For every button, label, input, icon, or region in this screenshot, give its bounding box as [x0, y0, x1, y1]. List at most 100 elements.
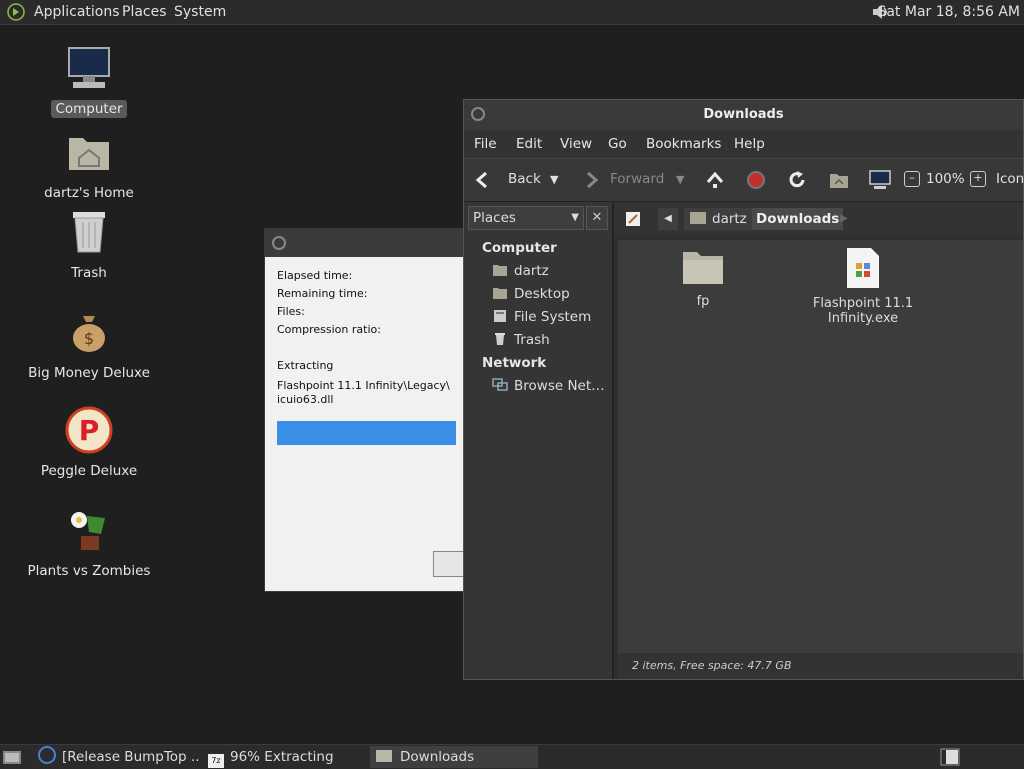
sidebar-item-trash[interactable]: Trash: [492, 332, 550, 348]
sidebar-item-label: Browse Net…: [514, 378, 605, 394]
computer-icon: [68, 47, 110, 88]
desktop-icon-big-money[interactable]: $ Big Money Deluxe: [14, 308, 164, 382]
status-text: 2 items, Free space: 47.7 GB: [632, 659, 792, 672]
menu-applications[interactable]: Applications: [34, 4, 120, 20]
gnome-foot-icon[interactable]: [7, 3, 25, 21]
file-view[interactable]: fp Flashpoint 11.1 Infinity.exe: [618, 240, 1023, 653]
svg-text:$: $: [84, 329, 94, 348]
sidebar-item-browse-network[interactable]: Browse Net…: [492, 378, 605, 394]
home-folder-icon: [69, 138, 109, 170]
browser-icon: [38, 746, 56, 764]
file-item-flashpoint-exe[interactable]: Flashpoint 11.1 Infinity.exe: [808, 246, 918, 326]
menu-help[interactable]: Help: [734, 136, 765, 152]
up-arrow-icon[interactable]: [704, 170, 726, 190]
desktop-icon-label: Trash: [71, 265, 107, 281]
folder-icon: [683, 252, 723, 284]
workspace-switcher-icon[interactable]: [940, 748, 960, 766]
sidebar-heading-network: Network: [482, 355, 547, 371]
peggle-icon: P: [65, 406, 113, 454]
file-item-label-line1: Flashpoint 11.1: [812, 296, 914, 311]
sidebar-item-file-system[interactable]: File System: [492, 309, 591, 325]
desktop-icon-computer[interactable]: Computer: [14, 44, 164, 118]
path-segment-downloads[interactable]: Downloads: [752, 208, 844, 230]
back-history-dropdown-icon[interactable]: ▼: [550, 173, 558, 186]
stop-icon[interactable]: [746, 170, 766, 190]
clock[interactable]: Sat Mar 18, 8:56 AM: [877, 4, 1020, 20]
path-left-arrow-icon[interactable]: ◀: [658, 208, 678, 230]
path-segment-label: dartz: [712, 211, 747, 227]
menu-go[interactable]: Go: [608, 136, 627, 152]
home-folder-icon: [493, 265, 507, 276]
trash-icon: [495, 333, 505, 345]
desktop-icon-pvz[interactable]: Plants vs Zombies: [14, 506, 164, 580]
svg-text:P: P: [79, 414, 100, 447]
desktop-icon-label: Big Money Deluxe: [28, 365, 150, 381]
forward-button[interactable]: Forward: [610, 171, 664, 187]
forward-arrow-icon[interactable]: [578, 170, 600, 190]
sidebar-item-label: Trash: [514, 332, 550, 348]
file-item-fp[interactable]: fp: [668, 246, 738, 309]
close-sidebar-button[interactable]: ✕: [586, 206, 608, 230]
menu-file[interactable]: File: [474, 136, 497, 152]
sidebar-item-desktop[interactable]: Desktop: [492, 286, 570, 302]
extract-status: Extracting: [277, 359, 334, 372]
trash-icon: [73, 212, 105, 253]
task-downloads[interactable]: Downloads: [370, 746, 538, 768]
menubar: File Edit View Go Bookmarks Help: [464, 130, 1023, 158]
task-label: Downloads: [400, 749, 475, 765]
file-manager-body: Places ▼ ✕ Computer dartz Desktop File S…: [464, 202, 1023, 679]
network-icon: [492, 378, 508, 391]
sidebar-item-dartz[interactable]: dartz: [492, 263, 549, 279]
folder-icon: [376, 750, 392, 762]
menu-view[interactable]: View: [560, 136, 592, 152]
desktop-icon-label: dartz's Home: [44, 185, 134, 201]
menu-edit[interactable]: Edit: [516, 136, 542, 152]
menu-system[interactable]: System: [174, 4, 226, 20]
extract-path-line1: Flashpoint 11.1 Infinity\Legacy\: [277, 379, 450, 392]
edit-location-icon[interactable]: [624, 210, 642, 228]
show-desktop-icon[interactable]: [2, 748, 22, 766]
back-arrow-icon[interactable]: [474, 170, 496, 190]
home-icon[interactable]: [828, 170, 850, 190]
menu-bookmarks[interactable]: Bookmarks: [646, 136, 721, 152]
zoom-level: 100%: [926, 171, 965, 187]
money-bag-icon: $: [73, 316, 105, 352]
sidebar-item-label: Desktop: [514, 286, 570, 302]
forward-history-dropdown-icon[interactable]: ▼: [676, 173, 684, 186]
task-extracting[interactable]: 7z 96% Extracting: [204, 746, 366, 768]
reload-icon[interactable]: [786, 169, 808, 191]
path-segment-dartz[interactable]: dartz: [684, 208, 753, 230]
sidebar-item-label: File System: [514, 309, 592, 325]
zoom-in-icon[interactable]: +: [970, 171, 986, 187]
desktop-icon-trash[interactable]: Trash: [14, 208, 164, 282]
computer-icon[interactable]: [868, 169, 892, 191]
desktop-icon-label: Plants vs Zombies: [27, 563, 151, 579]
home-folder-icon: [690, 212, 706, 224]
desktop-icon-peggle[interactable]: P Peggle Deluxe: [14, 406, 164, 480]
window-menu-icon[interactable]: [271, 235, 287, 251]
view-mode-selector[interactable]: Icon: [996, 171, 1024, 187]
extract-dialog-titlebar[interactable]: [265, 229, 475, 257]
task-label: [Release BumpTop ...: [62, 749, 200, 765]
desktop-icon-home[interactable]: dartz's Home: [14, 128, 164, 202]
plants-vs-zombies-icon: [71, 512, 105, 550]
archive-icon: 7z: [208, 754, 224, 768]
compression-ratio-label: Compression ratio:: [277, 323, 381, 336]
elapsed-time-label: Elapsed time:: [277, 269, 353, 282]
file-item-label-line2: Infinity.exe: [827, 311, 899, 326]
extract-dialog: Elapsed time: Remaining time: Files: Com…: [264, 228, 476, 592]
sidebar: Places ▼ ✕ Computer dartz Desktop File S…: [464, 202, 614, 679]
desktop-folder-icon: [493, 288, 507, 299]
task-bumptop[interactable]: [Release BumpTop ...: [36, 746, 200, 768]
path-right-arrow-icon[interactable]: ▶: [836, 208, 852, 230]
menu-places[interactable]: Places: [122, 4, 167, 20]
top-panel: Applications Places System Sat Mar 18, 8…: [0, 0, 1024, 25]
extract-path-line2: icuio63.dll: [277, 393, 334, 406]
file-manager-titlebar[interactable]: Downloads: [464, 100, 1023, 130]
places-selector-value: Places: [473, 210, 516, 226]
zoom-out-icon[interactable]: –: [904, 171, 920, 187]
places-selector[interactable]: Places ▼: [468, 206, 584, 230]
window-title: Downloads: [703, 107, 784, 122]
sidebar-item-label: dartz: [514, 263, 549, 279]
back-button[interactable]: Back: [508, 171, 541, 187]
